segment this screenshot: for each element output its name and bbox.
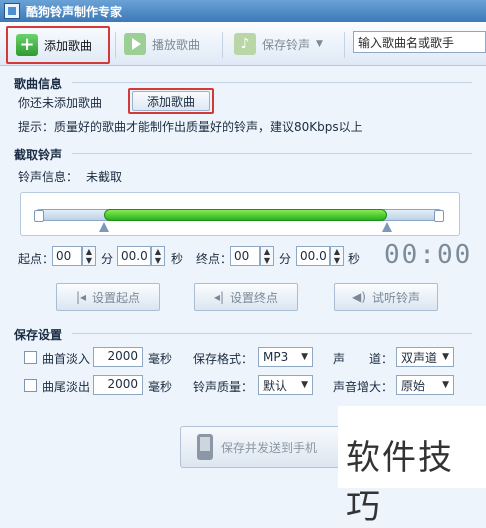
format-dropdown[interactable]: MP3 ▼	[258, 347, 313, 367]
min-unit: 分	[101, 252, 114, 266]
play-song-button[interactable]: 播放歌曲	[122, 30, 200, 58]
save-ringtone-button[interactable]: ♪ 保存铃声 ▼	[232, 30, 323, 58]
end-sec-input[interactable]: 00.0	[296, 246, 330, 266]
end-min-spinner[interactable]: ▲ ▼	[260, 246, 274, 266]
quality-label: 铃声质量：	[193, 380, 254, 394]
slider-start-knob[interactable]	[34, 210, 44, 222]
volume-label: 声音增大：	[333, 380, 394, 394]
app-icon	[4, 3, 20, 19]
ms-unit: 毫秒	[148, 352, 173, 366]
start-min-input[interactable]: 00	[52, 246, 82, 266]
add-song-label: 添加歌曲	[44, 38, 93, 53]
start-min-spinner[interactable]: ▲ ▼	[82, 246, 96, 266]
plus-icon: +	[16, 34, 38, 56]
music-note-icon: ♪	[234, 33, 256, 55]
title-bar: 酷狗铃声制作专家	[0, 0, 486, 22]
toolbar-divider	[344, 32, 345, 58]
bracket-start-icon: |◂	[75, 290, 87, 304]
end-min-input[interactable]: 00	[230, 246, 260, 266]
window-title: 酷狗铃声制作专家	[26, 5, 123, 19]
save-settings-header: 保存设置	[14, 328, 63, 342]
min-unit: 分	[279, 252, 292, 266]
time-display: 00:00	[384, 240, 473, 270]
format-value: MP3	[263, 350, 289, 364]
toolbar-divider	[115, 32, 116, 58]
section-divider	[72, 153, 472, 154]
quality-value: 默认	[263, 378, 288, 393]
song-info-header: 歌曲信息	[14, 77, 63, 91]
preview-button[interactable]: ◀) 试听铃声	[334, 283, 438, 311]
play-song-label: 播放歌曲	[152, 37, 201, 52]
start-label: 起点：	[18, 252, 55, 266]
fade-in-input[interactable]: 2000	[93, 347, 143, 367]
chevron-down-icon: ▼	[442, 380, 449, 390]
save-and-send-button[interactable]: 保存并发送到手机	[180, 426, 340, 468]
start-marker[interactable]	[98, 222, 109, 232]
format-label: 保存格式：	[193, 352, 254, 366]
ms-unit: 毫秒	[148, 380, 173, 394]
chevron-down-icon: ▼	[301, 352, 308, 362]
song-status-text: 你还未添加歌曲	[18, 96, 103, 110]
ringtone-info-label: 铃声信息：	[18, 170, 79, 184]
save-ringtone-label: 保存铃声	[262, 37, 311, 52]
quality-tip: 提示：质量好的歌曲才能制作出质量好的铃声，建议80Kbps以上	[18, 120, 363, 134]
start-sec-spinner[interactable]: ▲ ▼	[151, 246, 165, 266]
fade-out-label: 曲尾淡出	[42, 380, 91, 394]
channel-label: 声 道：	[333, 352, 394, 366]
end-sec-spinner[interactable]: ▲ ▼	[330, 246, 344, 266]
watermark: 软件技巧	[338, 406, 486, 527]
fade-in-label: 曲首淡入	[42, 352, 91, 366]
preview-label: 试听铃声	[371, 290, 420, 305]
ringtone-info-value: 未截取	[86, 170, 123, 184]
fade-out-checkbox[interactable]	[24, 379, 37, 392]
volume-dropdown[interactable]: 原始 ▼	[396, 375, 454, 395]
fade-out-input[interactable]: 2000	[93, 375, 143, 395]
end-marker[interactable]	[381, 222, 392, 232]
chevron-down-icon: ▼	[442, 352, 449, 362]
fade-in-checkbox[interactable]	[24, 351, 37, 364]
chevron-down-icon: ▼	[301, 380, 308, 390]
quality-dropdown[interactable]: 默认 ▼	[258, 375, 313, 395]
clip-selection[interactable]	[103, 209, 387, 221]
volume-value: 原始	[401, 378, 426, 393]
set-end-button[interactable]: ◂| 设置终点	[194, 283, 298, 311]
end-label: 终点：	[196, 252, 233, 266]
set-start-label: 设置起点	[92, 290, 141, 305]
phone-icon	[197, 434, 213, 460]
add-song-toolbar-button[interactable]: + 添加歌曲	[6, 26, 110, 64]
save-and-send-label: 保存并发送到手机	[221, 440, 318, 455]
set-start-button[interactable]: |◂ 设置起点	[56, 283, 160, 311]
search-input[interactable]: 输入歌曲名或歌手	[353, 31, 486, 53]
chevron-down-icon: ▼	[316, 39, 323, 49]
section-divider	[72, 82, 472, 83]
sec-unit: 秒	[348, 252, 361, 266]
sec-unit: 秒	[171, 252, 184, 266]
channel-value: 双声道	[401, 350, 438, 365]
play-icon	[124, 33, 146, 55]
slider-end-knob[interactable]	[434, 210, 444, 222]
start-sec-input[interactable]: 00.0	[117, 246, 151, 266]
clip-header: 截取铃声	[14, 148, 63, 162]
add-song-button[interactable]: 添加歌曲	[132, 91, 210, 111]
channel-dropdown[interactable]: 双声道 ▼	[396, 347, 454, 367]
speaker-icon: ◀)	[352, 290, 366, 304]
toolbar-divider	[222, 32, 223, 58]
bracket-end-icon: ◂|	[213, 290, 225, 304]
section-divider	[72, 333, 472, 334]
set-end-label: 设置终点	[230, 290, 279, 305]
